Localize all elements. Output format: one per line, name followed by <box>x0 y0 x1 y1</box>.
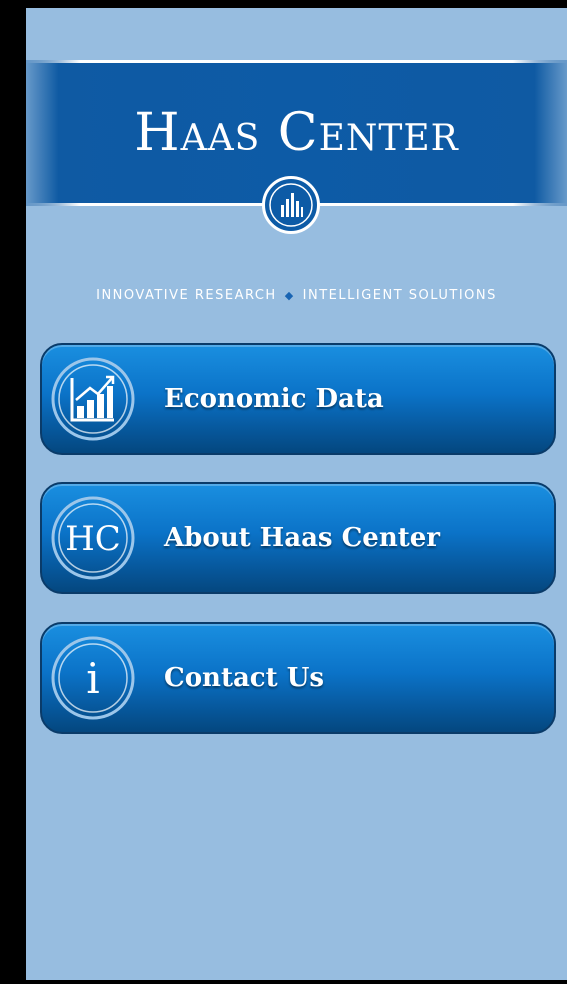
banner-top-rule <box>26 60 567 63</box>
economic-data-button[interactable]: Economic Data <box>40 343 556 455</box>
tagline-left: INNOVATIVE RESEARCH <box>96 288 277 303</box>
contact-us-button[interactable]: i Contact Us <box>40 622 556 734</box>
bar-chart-seal-icon <box>262 176 320 234</box>
about-haas-center-button[interactable]: HC About Haas Center <box>40 482 556 594</box>
tagline-right: INTELLIGENT SOLUTIONS <box>302 288 497 303</box>
about-haas-center-label: About Haas Center <box>164 523 440 553</box>
growth-chart-icon <box>50 356 136 442</box>
contact-us-label: Contact Us <box>164 663 324 693</box>
app-screen: Haas Center INNOVATIVE RESEARCH ◆ INTELLIG… <box>26 8 567 980</box>
info-icon: i <box>50 635 136 721</box>
info-glyph: i <box>86 654 99 703</box>
tagline: INNOVATIVE RESEARCH ◆ INTELLIGENT SOLUTION… <box>26 288 567 303</box>
economic-data-label: Economic Data <box>164 384 384 414</box>
device-frame: Haas Center INNOVATIVE RESEARCH ◆ INTELLIG… <box>0 0 567 984</box>
hc-monogram-text: HC <box>65 519 121 559</box>
hc-monogram-icon: HC <box>50 495 136 581</box>
diamond-icon: ◆ <box>284 289 295 302</box>
app-title: Haas Center <box>134 103 459 163</box>
